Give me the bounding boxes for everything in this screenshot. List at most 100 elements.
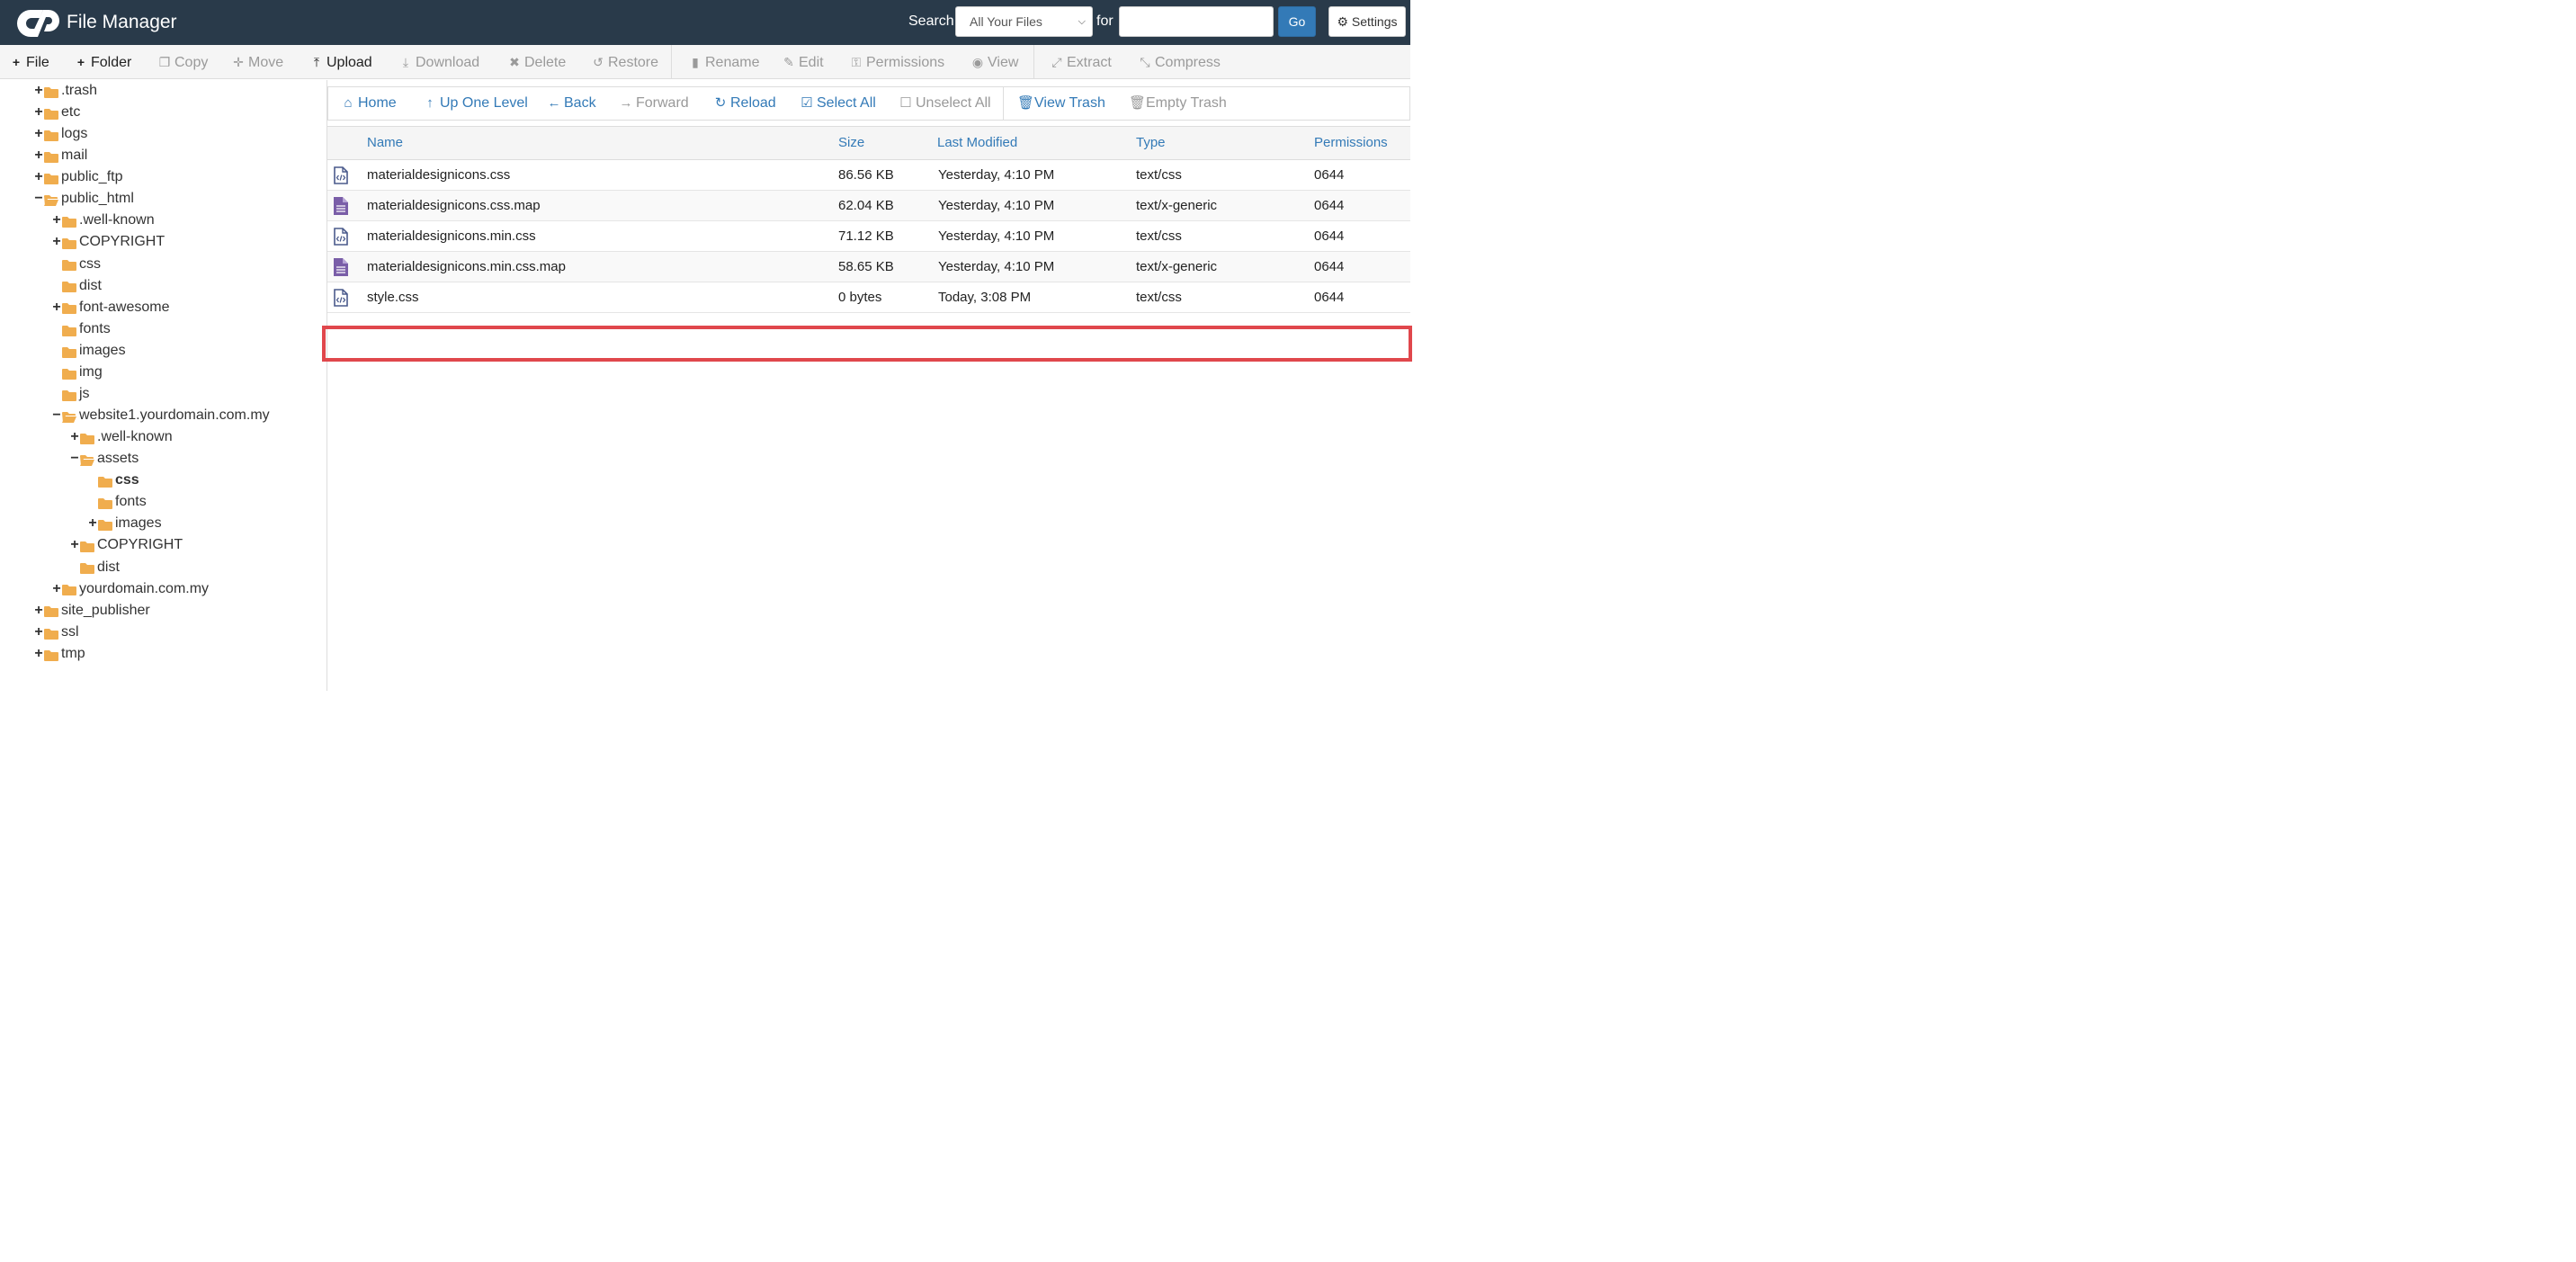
expand-toggle-icon[interactable]: +	[69, 426, 80, 448]
tree-item-label: dist	[97, 559, 120, 575]
expand-toggle-icon[interactable]: +	[33, 166, 44, 188]
search-input[interactable]	[1119, 6, 1274, 37]
expand-toggle-icon[interactable]: +	[33, 123, 44, 145]
table-row[interactable]: style.css 0 bytes Today, 3:08 PM text/css 06…	[327, 282, 1410, 313]
tree-item[interactable]: fonts	[51, 318, 111, 340]
extract-button[interactable]: ⤢ Extract	[1050, 45, 1111, 79]
file-type: text/css	[1136, 290, 1182, 305]
tree-item[interactable]: img	[51, 362, 103, 383]
tree-item[interactable]: + COPYRIGHT	[69, 534, 183, 556]
table-row[interactable]: materialdesignicons.min.css.map 58.65 KB Y…	[327, 252, 1410, 282]
expand-toggle-icon[interactable]: +	[33, 80, 44, 102]
tree-item[interactable]: + ssl	[33, 622, 78, 643]
back-button[interactable]: ← Back	[547, 87, 596, 120]
table-row[interactable]: materialdesignicons.css.map 62.04 KB Yeste…	[327, 191, 1410, 221]
up-one-level-button[interactable]: ↑ Up One Level	[423, 87, 528, 120]
tree-item[interactable]: + mail	[33, 145, 87, 166]
folder-icon	[62, 235, 76, 250]
tree-item[interactable]: js	[51, 383, 90, 405]
empty-trash-button[interactable]: 🗑Empty Trash	[1129, 87, 1227, 120]
tree-item-label: COPYRIGHT	[97, 537, 183, 553]
folder-icon	[62, 300, 76, 315]
home-button[interactable]: ⌂ Home	[341, 87, 396, 120]
expand-toggle-icon[interactable]: +	[33, 600, 44, 622]
go-button[interactable]: Go	[1278, 6, 1316, 37]
delete-button[interactable]: ✖ Delete	[507, 45, 566, 79]
column-modified-header[interactable]: Last Modified	[937, 127, 1017, 159]
collapse-toggle-icon[interactable]: −	[51, 405, 62, 426]
permissions-button[interactable]: ⚿ Permissions	[849, 45, 944, 79]
new-file-button[interactable]: + File	[9, 45, 49, 79]
cpanel-logo[interactable]	[16, 6, 63, 39]
tree-item[interactable]: + COPYRIGHT	[51, 231, 165, 253]
tree-item[interactable]: + font-awesome	[51, 297, 170, 318]
tree-item[interactable]: − assets	[69, 448, 139, 470]
collapse-toggle-icon[interactable]: −	[33, 188, 44, 210]
expand-toggle-icon[interactable]: +	[51, 210, 62, 231]
tree-item[interactable]: − website1.yourdomain.com.my	[51, 405, 269, 426]
search-scope-value: All Your Files	[970, 14, 1042, 29]
tree-item[interactable]: + tmp	[33, 643, 85, 665]
plus-icon: +	[12, 55, 21, 69]
folder-icon	[44, 625, 58, 640]
tree-item[interactable]: fonts	[87, 491, 147, 513]
expand-toggle-icon[interactable]: +	[33, 643, 44, 665]
expand-toggle-icon[interactable]: +	[87, 513, 98, 534]
tree-item[interactable]: − public_html	[33, 188, 134, 210]
tree-item[interactable]: + site_publisher	[33, 600, 149, 622]
copy-button[interactable]: ❐ Copy	[157, 45, 209, 79]
restore-button[interactable]: ↺ Restore	[591, 45, 658, 79]
reload-button[interactable]: ↻ Reload	[713, 87, 776, 120]
search-scope-select[interactable]: All Your Files ⌵	[955, 6, 1093, 37]
expand-toggle-icon[interactable]: +	[33, 102, 44, 123]
key-icon: ⚿	[851, 55, 862, 69]
tree-item-label: logs	[61, 126, 88, 142]
expand-toggle-icon[interactable]: +	[51, 231, 62, 253]
tree-item[interactable]: + .trash	[33, 80, 97, 102]
tree-item[interactable]: + public_ftp	[33, 166, 122, 188]
tree-item[interactable]: + .well-known	[69, 426, 172, 448]
folder-icon	[62, 365, 76, 380]
view-trash-button[interactable]: 🗑View Trash	[1017, 87, 1105, 120]
view-button[interactable]: ◉ View	[970, 45, 1019, 79]
close-icon: ✖	[509, 55, 520, 69]
expand-toggle-icon[interactable]: +	[51, 297, 62, 318]
tree-item[interactable]: images	[51, 340, 126, 362]
column-size-header[interactable]: Size	[838, 127, 864, 159]
upload-button[interactable]: ⤒ Upload	[309, 45, 372, 79]
settings-button[interactable]: ⚙ Settings	[1328, 6, 1406, 37]
collapse-toggle-icon[interactable]: −	[69, 448, 80, 470]
compress-button[interactable]: ⤡ Compress	[1138, 45, 1221, 79]
tree-item[interactable]: dist	[51, 275, 102, 297]
navbar-divider	[1003, 87, 1004, 120]
expand-toggle-icon[interactable]: +	[33, 145, 44, 166]
unselect-all-button[interactable]: ☐ Unselect All	[899, 87, 990, 120]
tree-item[interactable]: + .well-known	[51, 210, 154, 231]
tree-item[interactable]: + etc	[33, 102, 80, 123]
edit-button[interactable]: ✎ Edit	[782, 45, 823, 79]
tree-item[interactable]: dist	[69, 557, 120, 578]
expand-toggle-icon[interactable]: +	[51, 578, 62, 600]
tree-item[interactable]: + logs	[33, 123, 87, 145]
tree-item-label: font-awesome	[79, 299, 170, 315]
rename-button[interactable]: ▮ Rename	[688, 45, 759, 79]
forward-button[interactable]: → Forward	[619, 87, 689, 120]
folder-icon	[62, 344, 76, 358]
tree-item[interactable]: + yourdomain.com.my	[51, 578, 209, 600]
trash-icon: 🗑	[1017, 95, 1035, 111]
expand-toggle-icon[interactable]: +	[69, 534, 80, 556]
table-row[interactable]: materialdesignicons.min.css 71.12 KB Yeste…	[327, 221, 1410, 252]
column-permissions-header[interactable]: Permissions	[1314, 127, 1388, 159]
file-type: text/css	[1136, 228, 1182, 244]
tree-item[interactable]: + images	[87, 513, 161, 534]
column-type-header[interactable]: Type	[1136, 127, 1166, 159]
select-all-button[interactable]: ☑ Select All	[800, 87, 876, 120]
download-button[interactable]: ⤓ Download	[398, 45, 479, 79]
new-folder-button[interactable]: + Folder	[74, 45, 131, 79]
column-name-header[interactable]: Name	[367, 127, 403, 159]
expand-toggle-icon[interactable]: +	[33, 622, 44, 643]
tree-item[interactable]: css	[51, 254, 101, 275]
tree-item[interactable]: css	[87, 470, 139, 491]
table-row[interactable]: materialdesignicons.css 86.56 KB Yesterday…	[327, 160, 1410, 191]
move-button[interactable]: ✛ Move	[231, 45, 283, 79]
